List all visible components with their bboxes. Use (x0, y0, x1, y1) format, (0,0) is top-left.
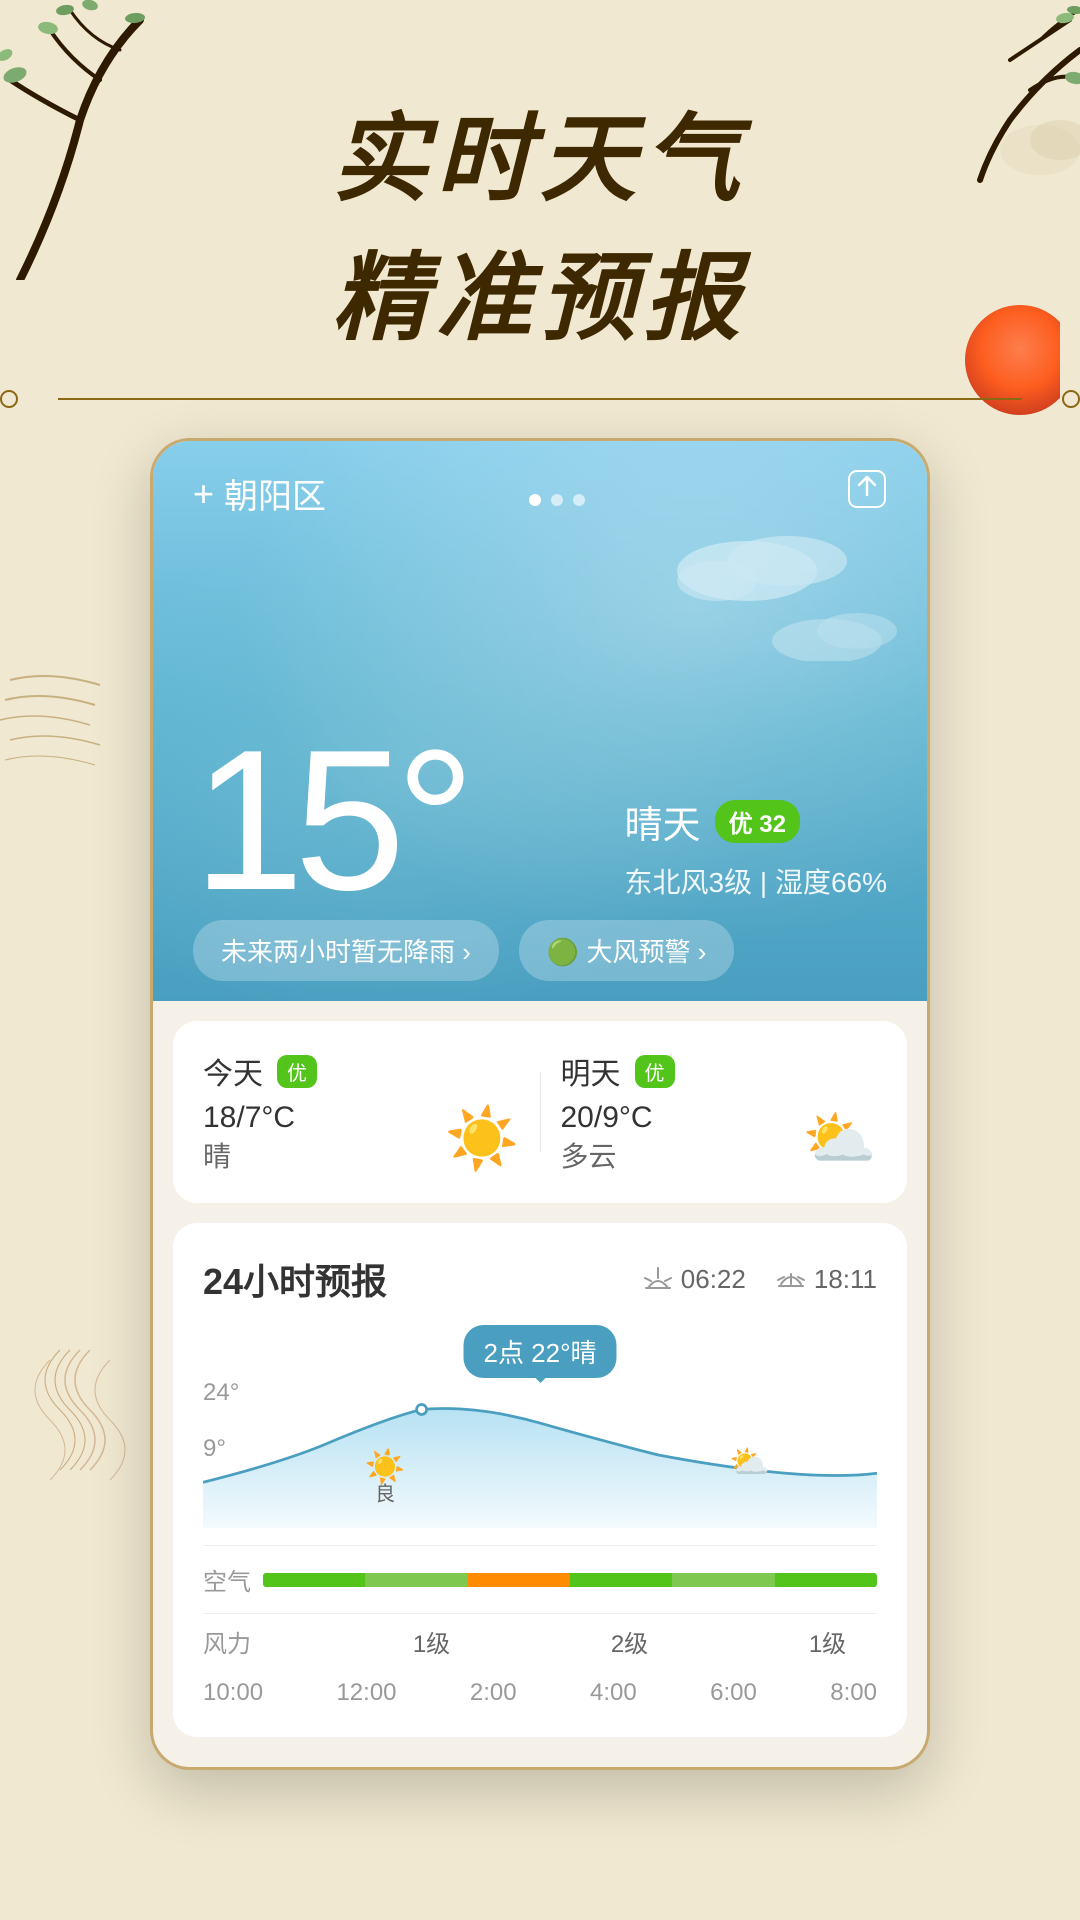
hourly-forecast-section: 24小时预报 06:22 18:11 (173, 1223, 907, 1737)
air-quality-bar (263, 1573, 877, 1587)
time-6: 8:00 (830, 1679, 877, 1707)
divider-line (58, 398, 1022, 400)
air-seg-4 (570, 1573, 672, 1587)
hourly-title: 24小时预报 (203, 1253, 387, 1305)
divider (0, 380, 1080, 418)
sun-info: 06:22 18:11 (643, 1264, 877, 1295)
divider-circle-left (0, 390, 18, 408)
wind-level-2: 1级 (382, 1624, 481, 1659)
dot-1 (529, 494, 541, 506)
dots-indicator (529, 494, 585, 506)
air-label: 空气 (203, 1562, 263, 1597)
today-weather: 晴 (203, 1135, 295, 1175)
sunset-time: 18:11 (814, 1264, 877, 1295)
aqi-badge: 优 32 (715, 800, 800, 843)
tomorrow-temp: 20/9°C (561, 1101, 653, 1135)
rain-alert-button[interactable]: 未来两小时暂无降雨 › (193, 920, 499, 981)
svg-text:⛅: ⛅ (729, 1443, 770, 1480)
today-temp: 18/7°C (203, 1101, 295, 1135)
weather-condition-row: 晴天 优 32 (625, 794, 887, 849)
sunset-info: 18:11 (776, 1264, 877, 1295)
condition-text: 晴天 (625, 794, 701, 849)
hero-title-line2: 精准预报 (332, 220, 748, 359)
card-bottom-pad (153, 1737, 927, 1767)
weather-top-bar: + 朝阳区 (153, 441, 927, 518)
temp-label-high: 24° (203, 1379, 239, 1407)
divider-circle-right (1062, 390, 1080, 408)
app-card: + 朝阳区 15° 晴天 (150, 438, 930, 1770)
tomorrow-forecast: 明天 优 20/9°C 多云 ⛅ (561, 1049, 878, 1175)
hero-section: 实时天气 精准预报 (0, 0, 1080, 380)
wind-level-1 (283, 1624, 382, 1659)
location-header[interactable]: + 朝阳区 (193, 469, 326, 518)
wind-row: 风力 1级 2级 1级 (203, 1613, 877, 1669)
air-seg-6 (775, 1573, 877, 1587)
chart-tooltip: 2点 22°晴 (463, 1325, 616, 1378)
time-2: 12:00 (336, 1679, 396, 1707)
air-seg-3 (468, 1573, 570, 1587)
dot-2 (551, 494, 563, 506)
rain-alert-text: 未来两小时暂无降雨 › (221, 932, 471, 969)
time-axis: 10:00 12:00 2:00 4:00 6:00 8:00 (203, 1679, 877, 1707)
temperature-chart: 2点 22°晴 ☀️ ⛅ (203, 1325, 877, 1545)
daily-forecast: 今天 优 18/7°C 晴 ☀️ 明天 优 20/9°C 多云 (173, 1021, 907, 1203)
wind-label: 风力 (203, 1624, 263, 1659)
sunrise-time: 06:22 (681, 1264, 746, 1295)
wind-alert-button[interactable]: 🟢 大风预警 › (519, 920, 734, 981)
time-5: 6:00 (710, 1679, 757, 1707)
air-seg-2 (365, 1573, 467, 1587)
weather-detail: 东北风3级 | 湿度66% (625, 861, 887, 901)
today-label: 今天 (203, 1049, 263, 1093)
chart-svg: ☀️ ⛅ 良 (203, 1375, 877, 1535)
wind-level-3 (481, 1624, 580, 1659)
location-name: 朝阳区 (224, 469, 326, 518)
today-forecast: 今天 优 18/7°C 晴 ☀️ (203, 1049, 520, 1175)
sunset-icon (776, 1266, 806, 1292)
tomorrow-cloud-icon: ⛅ (802, 1103, 877, 1174)
air-quality-row: 空气 (203, 1545, 877, 1613)
hourly-header: 24小时预报 06:22 18:11 (203, 1253, 877, 1305)
wind-level-6: 1级 (778, 1624, 877, 1659)
tomorrow-aqi: 优 (635, 1055, 675, 1088)
weather-info: 晴天 优 32 东北风3级 | 湿度66% (625, 794, 887, 901)
time-3: 2:00 (470, 1679, 517, 1707)
today-sun-icon: ☀️ (445, 1103, 520, 1174)
sunrise-info: 06:22 (643, 1264, 746, 1295)
forecast-divider (540, 1072, 541, 1152)
add-icon[interactable]: + (193, 473, 214, 515)
tomorrow-weather: 多云 (561, 1135, 653, 1175)
temperature-section: 15° (193, 721, 465, 921)
dot-3 (573, 494, 585, 506)
air-seg-1 (263, 1573, 365, 1587)
wind-level-5 (679, 1624, 778, 1659)
hero-title-line1: 实时天气 (332, 81, 748, 220)
air-seg-5 (672, 1573, 774, 1587)
alert-buttons: 未来两小时暂无降雨 › 🟢 大风预警 › (193, 920, 734, 981)
bottom-info: 空气 风力 1级 2 (203, 1545, 877, 1669)
wind-alert-text: 🟢 大风预警 › (547, 932, 706, 969)
temp-label-low: 9° (203, 1435, 226, 1463)
share-button[interactable] (847, 469, 887, 518)
current-temperature: 15° (193, 721, 465, 921)
time-1: 10:00 (203, 1679, 263, 1707)
svg-text:良: 良 (375, 1483, 395, 1506)
weather-header: + 朝阳区 15° 晴天 (153, 441, 927, 1001)
time-4: 4:00 (590, 1679, 637, 1707)
svg-text:☀️: ☀️ (365, 1447, 406, 1487)
wind-level-4: 2级 (580, 1624, 679, 1659)
today-aqi: 优 (277, 1055, 317, 1088)
sunrise-icon (643, 1266, 673, 1292)
tomorrow-label: 明天 (561, 1049, 621, 1093)
